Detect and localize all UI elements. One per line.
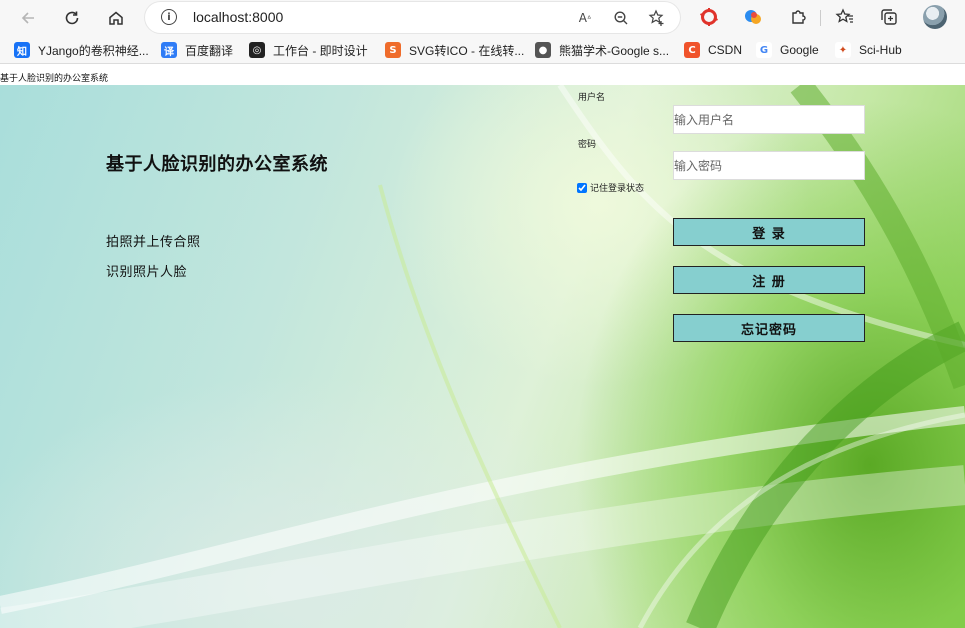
bookmark-item[interactable]: ✦ Sci-Hub	[835, 40, 902, 60]
bookmark-item[interactable]: C CSDN	[684, 40, 742, 60]
toolbar-divider	[820, 10, 821, 26]
bookmark-label: 百度翻译	[185, 43, 234, 58]
bookmark-label: Sci-Hub	[859, 43, 902, 57]
web-page: 基于人脸识别的办公室系统 基于人脸识别的办公室系统 拍照并上传合照 识别照片人脸…	[0, 64, 965, 628]
remember-login-label: 记住登录状态	[590, 184, 645, 194]
bookmark-item[interactable]: S SVG转ICO - 在线转...	[385, 40, 524, 60]
bookmark-item[interactable]: 知 YJango的卷积神经...	[14, 40, 149, 60]
site-info-icon[interactable]: i	[161, 9, 177, 25]
zhihu-icon: 知	[14, 42, 30, 58]
page-caption: 基于人脸识别的办公室系统	[0, 74, 109, 84]
password-label: 密码	[578, 140, 597, 150]
bookmark-label: SVG转ICO - 在线转...	[409, 43, 525, 58]
collections-icon[interactable]	[878, 6, 900, 28]
bookmark-item[interactable]: 译 百度翻译	[161, 40, 233, 60]
reload-icon	[65, 11, 79, 25]
reload-button[interactable]	[58, 4, 86, 32]
bookmark-item[interactable]: G Google	[756, 40, 819, 60]
back-button[interactable]	[14, 4, 42, 32]
zoom-out-icon[interactable]	[611, 8, 631, 28]
login-button[interactable]: 登 录	[673, 218, 865, 246]
app-title: 基于人脸识别的办公室系统	[106, 154, 328, 175]
remember-login-option[interactable]: 记住登录状态	[577, 181, 644, 194]
extension-translate-icon[interactable]	[742, 6, 764, 28]
username-label: 用户名	[578, 93, 606, 103]
home-button[interactable]	[102, 4, 130, 32]
favorites-icon[interactable]	[834, 6, 856, 28]
bookmark-item[interactable]: ◎ 工作台 - 即时设计	[249, 40, 368, 60]
recognize-faces-link[interactable]: 识别照片人脸	[106, 261, 187, 280]
browser-toolbar: i localhost:8000 Aᐞ	[0, 0, 965, 36]
extensions-puzzle-icon[interactable]	[787, 6, 809, 28]
profile-avatar[interactable]	[923, 5, 947, 29]
address-bar[interactable]: i localhost:8000 Aᐞ	[145, 2, 680, 33]
panda-icon: ●	[535, 42, 551, 58]
csdn-icon: C	[684, 42, 700, 58]
extension-red-ring-icon[interactable]	[698, 6, 720, 28]
baidu-translate-icon: 译	[161, 42, 177, 58]
bookmark-label: 工作台 - 即时设计	[273, 43, 368, 58]
bookmark-label: CSDN	[708, 43, 743, 57]
add-favorite-icon[interactable]	[647, 8, 667, 28]
bookmarks-bar: 知 YJango的卷积神经... 译 百度翻译 ◎ 工作台 - 即时设计 S S…	[0, 36, 965, 64]
register-button[interactable]: 注 册	[673, 266, 865, 294]
url-text[interactable]: localhost:8000	[193, 9, 283, 25]
back-arrow-icon	[21, 12, 34, 24]
home-icon	[109, 11, 123, 25]
jishi-design-icon: ◎	[249, 42, 265, 58]
password-input[interactable]	[673, 151, 865, 180]
read-aloud-icon[interactable]: Aᐞ	[575, 8, 595, 28]
bookmark-label: 熊猫学术-Google s...	[559, 43, 670, 58]
bookmark-item[interactable]: ● 熊猫学术-Google s...	[535, 40, 669, 60]
bookmark-label: Google	[780, 43, 819, 57]
username-input[interactable]	[673, 105, 865, 134]
remember-login-checkbox[interactable]	[577, 182, 587, 193]
scihub-icon: ✦	[835, 42, 851, 58]
bookmark-label: YJango的卷积神经...	[38, 43, 149, 58]
forgot-password-button[interactable]: 忘记密码	[673, 314, 865, 342]
google-icon: G	[756, 42, 772, 58]
upload-group-photo-link[interactable]: 拍照并上传合照	[106, 231, 201, 250]
svg-convert-icon: S	[385, 42, 401, 58]
